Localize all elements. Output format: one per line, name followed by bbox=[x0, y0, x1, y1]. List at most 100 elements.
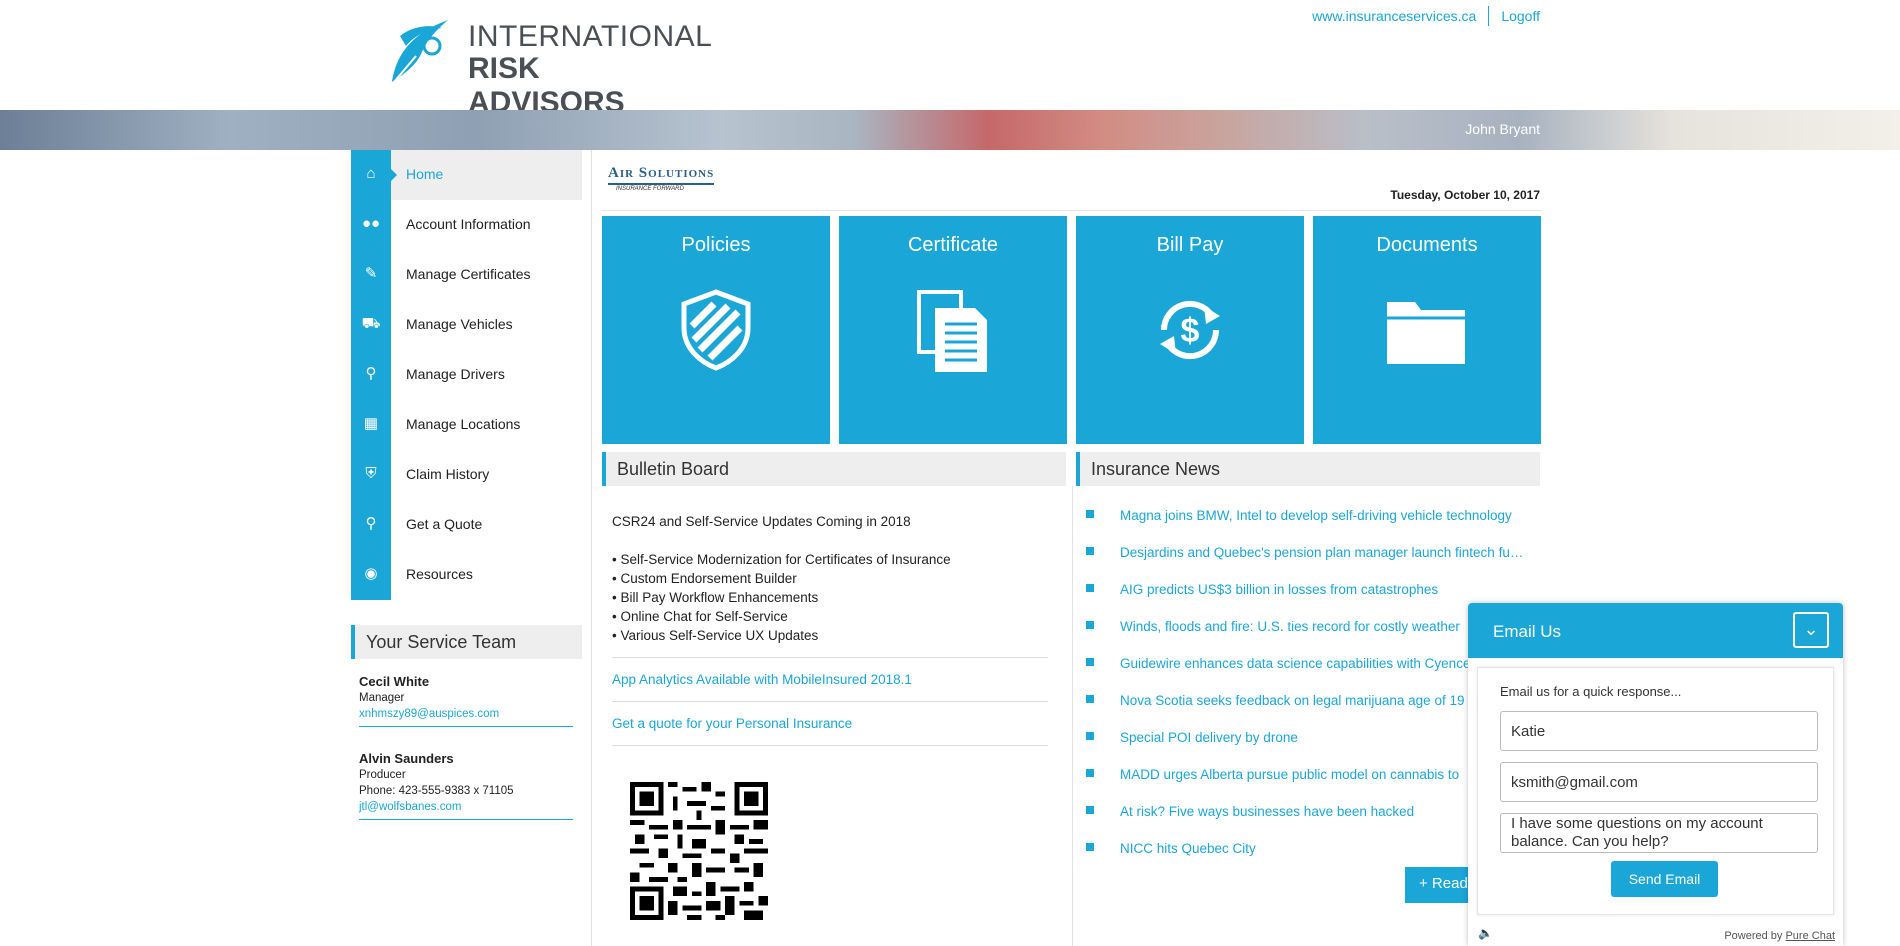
sidebar-item-manage-drivers[interactable]: ⚲ Manage Drivers bbox=[351, 350, 582, 400]
bulletin-board-title: Bulletin Board bbox=[617, 459, 730, 479]
news-item[interactable]: MADD urges Alberta pursue public model o… bbox=[1086, 767, 1526, 804]
sidebar-item-get-a-quote[interactable]: ⚲ Get a Quote bbox=[351, 500, 582, 550]
sidebar-item-manage-certificates[interactable]: ✎ Manage Certificates bbox=[351, 250, 582, 300]
insurance-news-list: Magna joins BMW, Intel to develop self-d… bbox=[1086, 508, 1526, 878]
powered-by: Powered by Pure Chat bbox=[1724, 930, 1835, 942]
tile-label: Documents bbox=[1376, 234, 1478, 256]
qr-code bbox=[630, 782, 768, 920]
air-logo-line2: INSURANCE FORWARD bbox=[616, 186, 684, 192]
email-field[interactable] bbox=[1500, 762, 1818, 802]
svg-text:$: $ bbox=[1181, 312, 1200, 350]
bulletin-bullet: • Self-Service Modernization for Certifi… bbox=[612, 552, 951, 567]
news-item[interactable]: At risk? Five ways businesses have been … bbox=[1086, 804, 1526, 841]
content-divider bbox=[591, 150, 592, 946]
news-item[interactable]: AIG predicts US$3 billion in losses from… bbox=[1086, 582, 1526, 619]
bulletin-divider bbox=[612, 657, 1048, 658]
news-item[interactable]: Nova Scotia seeks feedback on legal mari… bbox=[1086, 693, 1526, 730]
tile-label: Policies bbox=[681, 234, 751, 256]
news-bullet bbox=[1086, 621, 1094, 629]
news-link[interactable]: Nova Scotia seeks feedback on legal mari… bbox=[1120, 693, 1524, 708]
bulletin-bullet: • Custom Endorsement Builder bbox=[612, 571, 797, 586]
news-item[interactable]: Desjardins and Quebec's pension plan man… bbox=[1086, 545, 1526, 582]
sidebar-item-label: Account Information bbox=[406, 216, 531, 232]
news-item[interactable]: Magna joins BMW, Intel to develop self-d… bbox=[1086, 508, 1526, 545]
sidebar-item-account-information[interactable]: ●● Account Information bbox=[351, 200, 582, 250]
sidebar-item-label: Get a Quote bbox=[406, 516, 483, 532]
shield-icon bbox=[681, 289, 751, 371]
company-logo[interactable]: INTERNATIONAL RISK ADVISORS bbox=[386, 16, 712, 119]
send-email-button[interactable]: Send Email bbox=[1611, 861, 1718, 897]
chat-intro: Email us for a quick response... bbox=[1500, 684, 1682, 699]
chat-title: Email Us bbox=[1493, 622, 1562, 641]
chat-body: Email us for a quick response... I have … bbox=[1477, 667, 1834, 915]
insurance-news-header: Insurance News bbox=[1076, 452, 1540, 486]
edit-icon: ✎ bbox=[364, 265, 378, 282]
bulletin-link-get-quote[interactable]: Get a quote for your Personal Insurance bbox=[612, 716, 852, 731]
bulletin-divider bbox=[612, 701, 1048, 702]
news-link[interactable]: MADD urges Alberta pursue public model o… bbox=[1120, 767, 1524, 782]
member-role: Producer bbox=[359, 769, 406, 781]
chevron-down-icon[interactable]: ⌄ bbox=[1793, 612, 1829, 648]
speaker-icon[interactable]: 🔈 bbox=[1478, 926, 1493, 940]
news-link[interactable]: Magna joins BMW, Intel to develop self-d… bbox=[1120, 508, 1524, 523]
message-field[interactable]: I have some questions on my account bala… bbox=[1500, 813, 1818, 853]
documents-copy-icon bbox=[917, 290, 987, 372]
sidebar-item-home[interactable]: ⌂ Home bbox=[351, 150, 582, 200]
link-separator bbox=[1488, 6, 1490, 26]
tile-certificate[interactable]: Certificate bbox=[839, 216, 1067, 444]
news-bullet bbox=[1086, 695, 1094, 703]
truck-icon: ⛟ bbox=[361, 315, 381, 332]
member-divider bbox=[359, 726, 573, 727]
bulletin-heading: CSR24 and Self-Service Updates Coming in… bbox=[612, 514, 911, 529]
sidebar-item-label: Manage Drivers bbox=[406, 366, 505, 382]
pure-chat-link[interactable]: Pure Chat bbox=[1785, 930, 1835, 942]
news-link[interactable]: Guidewire enhances data science capabili… bbox=[1120, 656, 1524, 671]
news-bullet bbox=[1086, 806, 1094, 814]
news-link[interactable]: Winds, floods and fire: U.S. ties record… bbox=[1120, 619, 1524, 634]
globe-icon: ◉ bbox=[364, 565, 378, 582]
news-link[interactable]: Desjardins and Quebec's pension plan man… bbox=[1120, 545, 1524, 560]
key-icon: ⚲ bbox=[365, 365, 377, 382]
sidebar-item-manage-locations[interactable]: ▦ Manage Locations bbox=[351, 400, 582, 450]
member-divider bbox=[359, 819, 573, 820]
folder-icon bbox=[1387, 302, 1465, 364]
news-bullet bbox=[1086, 843, 1094, 851]
news-bullet bbox=[1086, 584, 1094, 592]
sidebar-item-resources[interactable]: ◉ Resources bbox=[351, 550, 582, 600]
news-item[interactable]: Guidewire enhances data science capabili… bbox=[1086, 656, 1526, 693]
member-email-link[interactable]: xnhmszy89@auspices.com bbox=[359, 708, 499, 720]
news-bullet bbox=[1086, 732, 1094, 740]
tile-bill-pay[interactable]: Bill Pay $ bbox=[1076, 216, 1304, 444]
air-logo-line1: Air Solutions bbox=[608, 165, 715, 181]
air-logo-rule bbox=[608, 183, 714, 185]
users-icon: ●● bbox=[361, 215, 381, 232]
sidebar-item-label: Claim History bbox=[406, 466, 490, 482]
name-field[interactable] bbox=[1500, 711, 1818, 751]
tile-label: Bill Pay bbox=[1156, 234, 1224, 256]
website-link[interactable]: www.insuranceservices.ca bbox=[1312, 8, 1476, 24]
news-link[interactable]: At risk? Five ways businesses have been … bbox=[1120, 804, 1524, 819]
bulletin-board: CSR24 and Self-Service Updates Coming in… bbox=[612, 512, 1048, 758]
bulletin-link-app-analytics[interactable]: App Analytics Available with MobileInsur… bbox=[612, 672, 912, 687]
logoff-link[interactable]: Logoff bbox=[1501, 8, 1540, 24]
news-link[interactable]: Special POI delivery by drone bbox=[1120, 730, 1524, 745]
sidebar-item-claim-history[interactable]: ⛨ Claim History bbox=[351, 450, 582, 500]
bulletin-divider bbox=[612, 745, 1048, 746]
news-bullet bbox=[1086, 547, 1094, 555]
search-dollar-icon: ⚲ bbox=[365, 515, 377, 532]
chat-header[interactable]: Email Us ⌄ bbox=[1468, 603, 1843, 658]
sidebar-item-label: Manage Certificates bbox=[406, 266, 531, 282]
member-name: Alvin Saunders bbox=[359, 751, 454, 766]
bulletin-bullet: • Various Self-Service UX Updates bbox=[612, 628, 819, 643]
tile-documents[interactable]: Documents bbox=[1313, 216, 1541, 444]
news-link[interactable]: NICC hits Quebec City bbox=[1120, 841, 1524, 856]
news-link[interactable]: AIG predicts US$3 billion in losses from… bbox=[1120, 582, 1524, 597]
tile-policies[interactable]: Policies bbox=[602, 216, 830, 444]
news-bullet bbox=[1086, 769, 1094, 777]
news-item[interactable]: Winds, floods and fire: U.S. ties record… bbox=[1086, 619, 1526, 656]
member-email-link[interactable]: jtl@wolfsbanes.com bbox=[359, 801, 461, 813]
building-icon: ▦ bbox=[363, 415, 379, 432]
news-item[interactable]: Special POI delivery by drone bbox=[1086, 730, 1526, 767]
sidebar-item-label: Home bbox=[406, 166, 444, 182]
sidebar-item-manage-vehicles[interactable]: ⛟ Manage Vehicles bbox=[351, 300, 582, 350]
